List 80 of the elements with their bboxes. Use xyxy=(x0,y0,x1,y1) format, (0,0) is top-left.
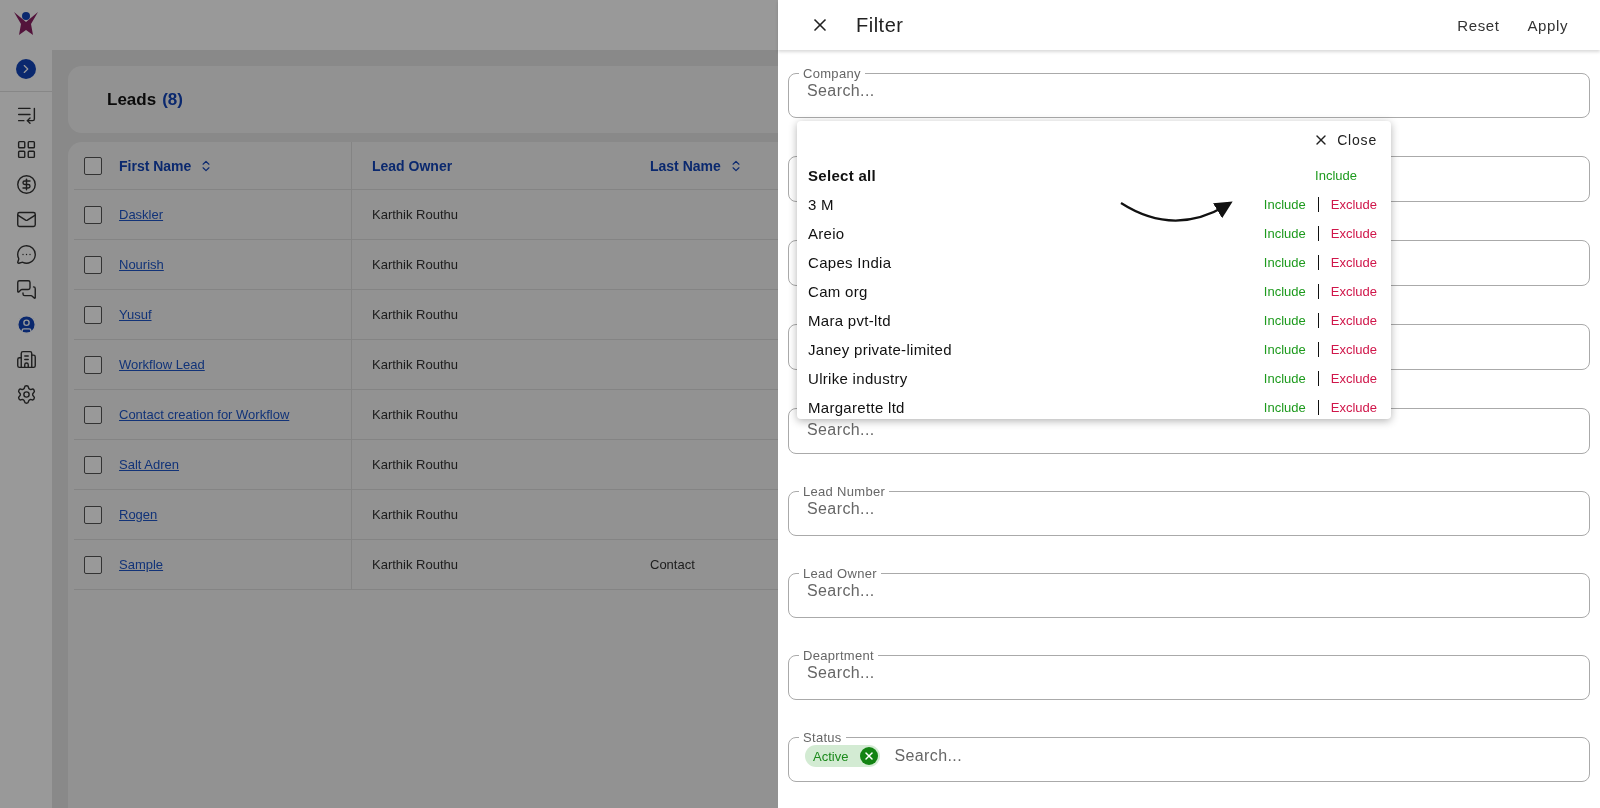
lead-link[interactable]: Daskler xyxy=(119,207,164,222)
table-cell: Karthik Routhu xyxy=(372,307,458,322)
table-cell: Karthik Routhu xyxy=(372,207,458,222)
search-input[interactable]: Search... xyxy=(805,81,1573,101)
lead-link[interactable]: Salt Adren xyxy=(119,457,179,472)
column-header[interactable]: Last Name xyxy=(650,157,743,174)
table-cell: Contact xyxy=(650,557,695,572)
close-button[interactable]: Close xyxy=(1313,129,1377,151)
search-input[interactable]: Search... xyxy=(805,663,1573,683)
row-checkbox[interactable] xyxy=(84,355,102,374)
search-input[interactable]: Search... xyxy=(805,499,1573,519)
chip-label: Active xyxy=(813,748,849,764)
exclude-link[interactable]: Exclude xyxy=(1317,255,1377,270)
exclude-link[interactable]: Exclude xyxy=(1317,371,1377,386)
field-label: Lead Owner xyxy=(802,566,878,581)
include-link[interactable]: Include xyxy=(1251,226,1318,241)
exclude-link[interactable]: Exclude xyxy=(1317,342,1377,357)
remove-icon[interactable] xyxy=(860,747,879,765)
include-link[interactable]: Include xyxy=(1251,197,1318,212)
lead-link[interactable]: Sample xyxy=(119,557,164,572)
include-link[interactable]: Include xyxy=(1251,284,1318,299)
include-link[interactable]: Include xyxy=(1303,168,1357,183)
lead-link[interactable]: Yusuf xyxy=(119,307,152,322)
exclude-link[interactable]: Exclude xyxy=(1317,400,1377,415)
filter-field[interactable]: Lead Number Search... xyxy=(788,484,1590,536)
select-all-checkbox[interactable] xyxy=(84,156,102,175)
page-title: Leads xyxy=(107,89,157,110)
include-link[interactable]: Include xyxy=(1251,371,1318,386)
company-option[interactable]: Cam org xyxy=(808,283,1252,300)
table-cell: Karthik Routhu xyxy=(372,257,458,272)
exclude-link[interactable]: Exclude xyxy=(1317,226,1377,241)
drawer-title: Filter xyxy=(856,13,905,37)
lead-link[interactable]: Rogen xyxy=(119,507,158,522)
filter-field[interactable]: Lead Owner Search... xyxy=(788,566,1590,618)
row-checkbox[interactable] xyxy=(84,305,102,324)
column-header[interactable]: First Name xyxy=(119,157,214,174)
search-input[interactable]: Search... xyxy=(892,746,1573,766)
exclude-link[interactable]: Exclude xyxy=(1317,284,1377,299)
row-checkbox[interactable] xyxy=(84,405,102,424)
field-label: Deaprtment xyxy=(802,648,875,663)
table-cell: Karthik Routhu xyxy=(372,457,458,472)
lead-link[interactable]: Workflow Lead xyxy=(119,357,205,372)
row-checkbox[interactable] xyxy=(84,455,102,474)
exclude-link[interactable]: Exclude xyxy=(1317,197,1377,212)
company-option[interactable]: Areio xyxy=(808,225,1252,242)
company-option[interactable]: Janey private-limited xyxy=(808,341,1252,358)
include-link[interactable]: Include xyxy=(1251,313,1318,328)
header-button[interactable]: Reset xyxy=(1451,12,1506,38)
lead-link[interactable]: Nourish xyxy=(119,257,164,272)
row-checkbox[interactable] xyxy=(84,255,102,274)
leads-count: (8) xyxy=(162,89,183,110)
company-option[interactable]: Ulrike industry xyxy=(808,370,1252,387)
field-label: Company xyxy=(802,66,862,81)
dollar-icon[interactable] xyxy=(14,172,38,196)
filter-field[interactable]: Company Search... xyxy=(788,66,1590,118)
lead-link[interactable]: Contact creation for Workflow xyxy=(119,407,290,422)
select-all-option[interactable]: Select all xyxy=(808,167,1304,184)
company-option[interactable]: Capes India xyxy=(808,254,1252,271)
row-checkbox[interactable] xyxy=(84,205,102,224)
company-option[interactable]: 3 M xyxy=(808,196,1252,213)
include-link[interactable]: Include xyxy=(1251,255,1318,270)
filter-field[interactable]: Deaprtment Search... xyxy=(788,648,1590,700)
chats-icon[interactable] xyxy=(14,277,38,301)
header-button[interactable]: Apply xyxy=(1521,12,1574,38)
row-checkbox[interactable] xyxy=(84,505,102,524)
table-cell: Karthik Routhu xyxy=(372,507,458,522)
table-cell: Karthik Routhu xyxy=(372,557,458,572)
exclude-link[interactable]: Exclude xyxy=(1317,313,1377,328)
expand-button[interactable] xyxy=(16,59,36,79)
filter-field[interactable]: Status Active Search... xyxy=(788,730,1590,782)
field-label: Lead Number xyxy=(802,484,887,499)
table-cell: Karthik Routhu xyxy=(372,407,458,422)
company-option[interactable]: Mara pvt-ltd xyxy=(808,312,1252,329)
include-link[interactable]: Include xyxy=(1251,342,1318,357)
chat-icon[interactable] xyxy=(14,242,38,266)
column-header[interactable]: Lead Owner xyxy=(372,157,453,174)
search-input[interactable]: Search... xyxy=(805,581,1573,601)
field-label: Status xyxy=(802,730,843,745)
table-cell: Karthik Routhu xyxy=(372,357,458,372)
row-checkbox[interactable] xyxy=(84,555,102,574)
